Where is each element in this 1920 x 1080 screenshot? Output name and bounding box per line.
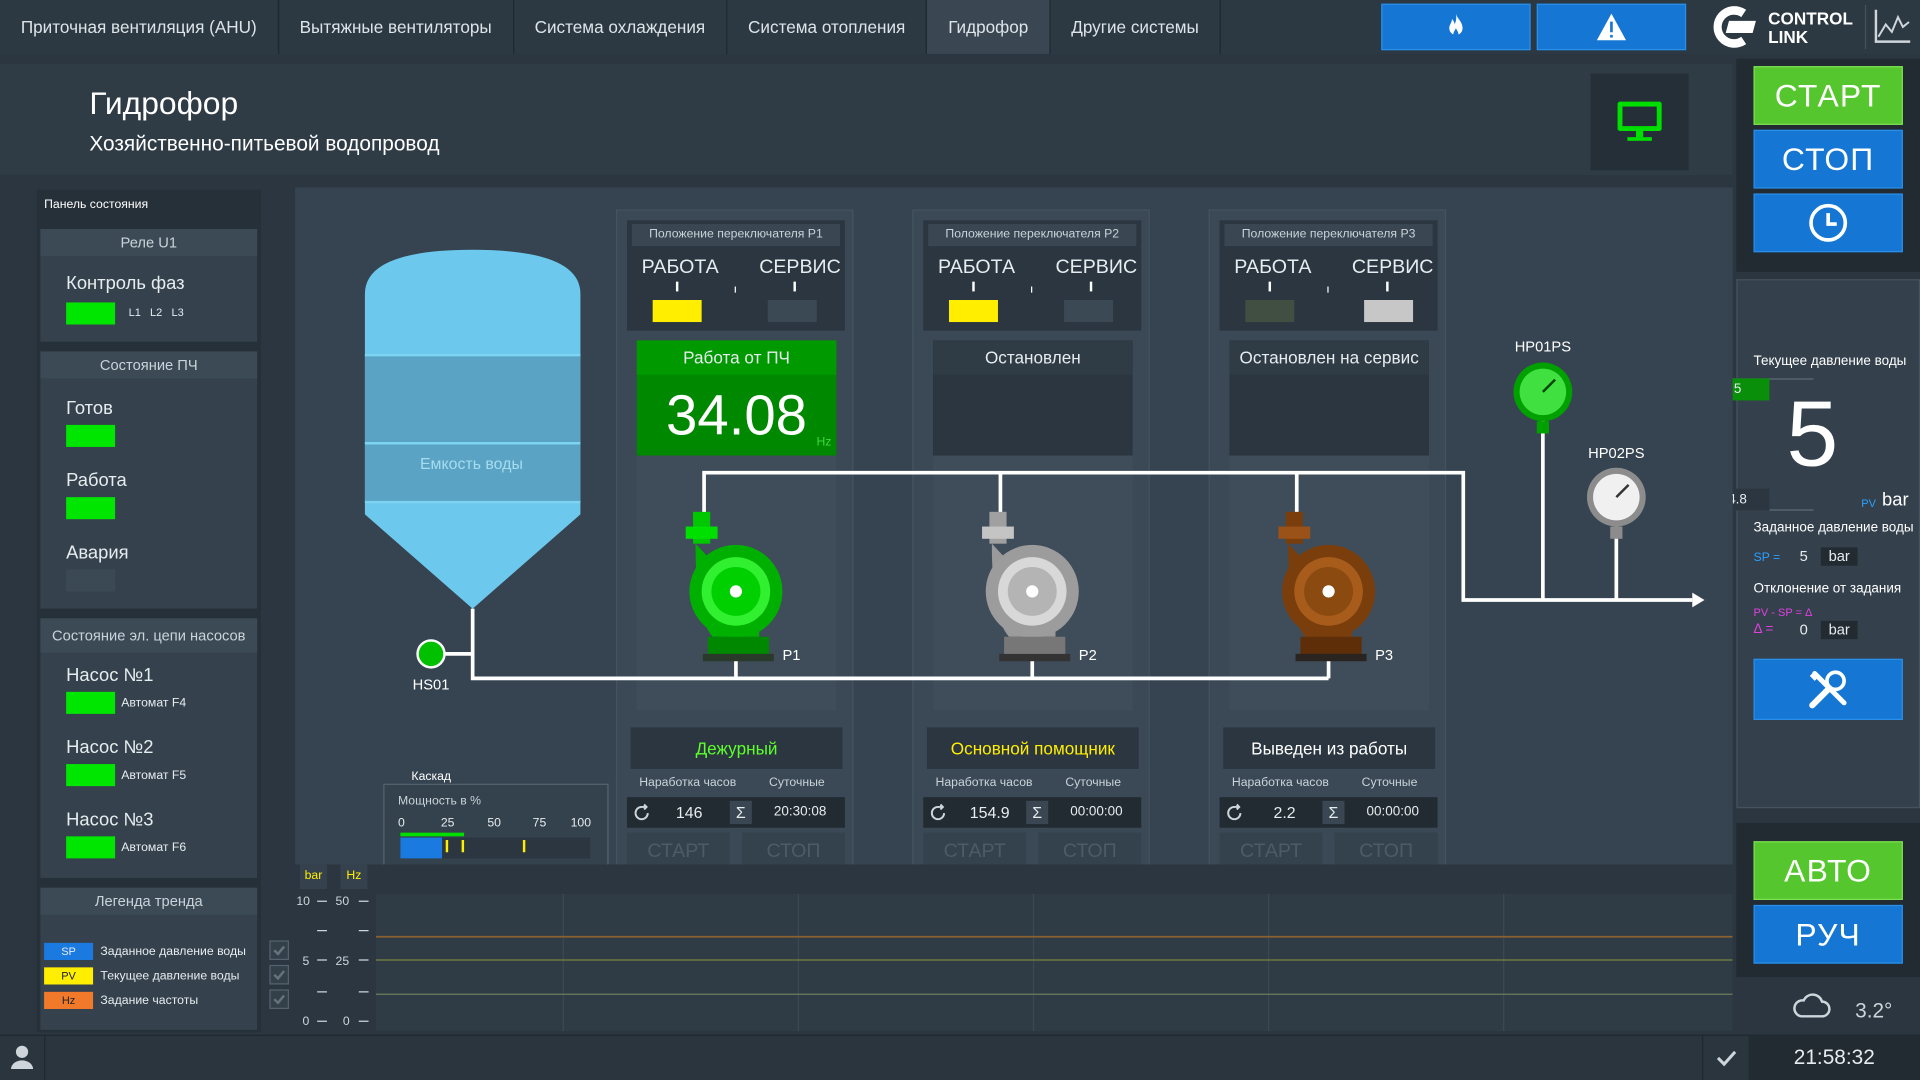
p2-hours-label: Наработка часов — [935, 776, 1033, 790]
hs01-label: HS01 — [413, 677, 450, 693]
footer-bar — [0, 1034, 1920, 1080]
p3-counters: 2.2 Σ 00:00:00 — [1219, 797, 1438, 828]
refresh-icon[interactable] — [928, 803, 948, 823]
p2-role: Основной помощник — [926, 727, 1139, 769]
water-tank — [364, 249, 581, 609]
user-icon — [11, 1045, 34, 1069]
cascade-marker-2 — [461, 840, 465, 853]
trend-left-unit: bar — [300, 864, 327, 889]
tank-label: Емкость воды — [420, 456, 523, 473]
p3-tag: P3 — [1375, 648, 1393, 664]
trend-left-tick-0: 0 — [302, 1014, 309, 1028]
cascade-marker-3 — [522, 840, 526, 853]
cascade-tick-50: 50 — [487, 816, 501, 831]
hp01ps-label: HP01PS — [1515, 339, 1572, 355]
p1-sum-button[interactable]: Σ — [729, 800, 752, 825]
trend-chart: 10 5 0 50 25 0 — [296, 893, 1733, 1032]
flow-arrow — [1692, 592, 1705, 608]
p2-sum-button[interactable]: Σ — [1026, 800, 1049, 825]
hp02ps-label: HP02PS — [1588, 446, 1645, 462]
cascade-tick-75: 75 — [532, 816, 547, 831]
cascade-tick-100: 100 — [570, 816, 592, 831]
p1-daily: 20:30:08 — [773, 804, 827, 820]
p3-hours-label: Наработка часов — [1231, 776, 1329, 790]
p1-daily-label: Суточные — [768, 776, 825, 790]
p2-joint — [1026, 585, 1039, 598]
trend-right-unit: Hz — [340, 864, 368, 889]
trend-right-tick-0: 0 — [343, 1014, 350, 1028]
p1-hours-label: Наработка часов — [639, 776, 737, 790]
level-sensor-hs01 — [416, 639, 446, 669]
cascade-marker-1 — [445, 840, 449, 853]
p3-hours: 2.2 — [1273, 803, 1296, 822]
gauge-hp02ps-icon — [1586, 467, 1646, 539]
p3-role: Выведен из работы — [1223, 727, 1436, 769]
p2-daily: 00:00:00 — [1070, 804, 1123, 820]
p1-tag: P1 — [782, 648, 800, 664]
p1-joint — [729, 585, 743, 598]
p1-hours: 146 — [675, 803, 703, 822]
acknowledge-button[interactable] — [1702, 1034, 1749, 1080]
p3-joint — [1322, 585, 1335, 598]
p2-counters: 154.9 Σ 00:00:00 — [923, 797, 1142, 828]
p3-daily: 00:00:00 — [1366, 804, 1419, 820]
p2-daily-label: Суточные — [1065, 776, 1122, 790]
trend-right-tick-50: 50 — [336, 894, 350, 908]
user-button[interactable] — [0, 1034, 46, 1080]
p3-sum-button[interactable]: Σ — [1322, 800, 1345, 825]
trend-left-tick-10: 10 — [296, 894, 310, 908]
p2-hours: 154.9 — [969, 803, 1010, 822]
trend-right-tick-25: 25 — [336, 954, 350, 968]
cascade-indicator — [400, 832, 465, 837]
p2-tag: P2 — [1079, 648, 1097, 664]
p1-role: Дежурный — [630, 727, 843, 769]
check-icon — [1716, 1050, 1737, 1067]
cascade-title: Каскад — [408, 770, 454, 784]
clock-time: 21:58:32 — [1748, 1034, 1920, 1080]
refresh-icon[interactable] — [632, 803, 652, 823]
gauge-hp01ps-icon — [1513, 362, 1573, 434]
cascade-tick-25: 25 — [440, 816, 455, 831]
refresh-icon[interactable] — [1225, 803, 1245, 823]
cascade-tick-0: 0 — [397, 816, 405, 831]
p3-daily-label: Суточные — [1361, 776, 1418, 790]
p1-counters: 146 Σ 20:30:08 — [626, 797, 845, 828]
cascade-ticks: 0 25 50 75 100 — [398, 817, 594, 832]
cascade-bar-fill — [400, 837, 443, 859]
cascade-power-label: Мощность в % — [397, 794, 482, 809]
trend-left-tick-5: 5 — [302, 954, 309, 968]
cascade-bar-track — [400, 837, 591, 859]
